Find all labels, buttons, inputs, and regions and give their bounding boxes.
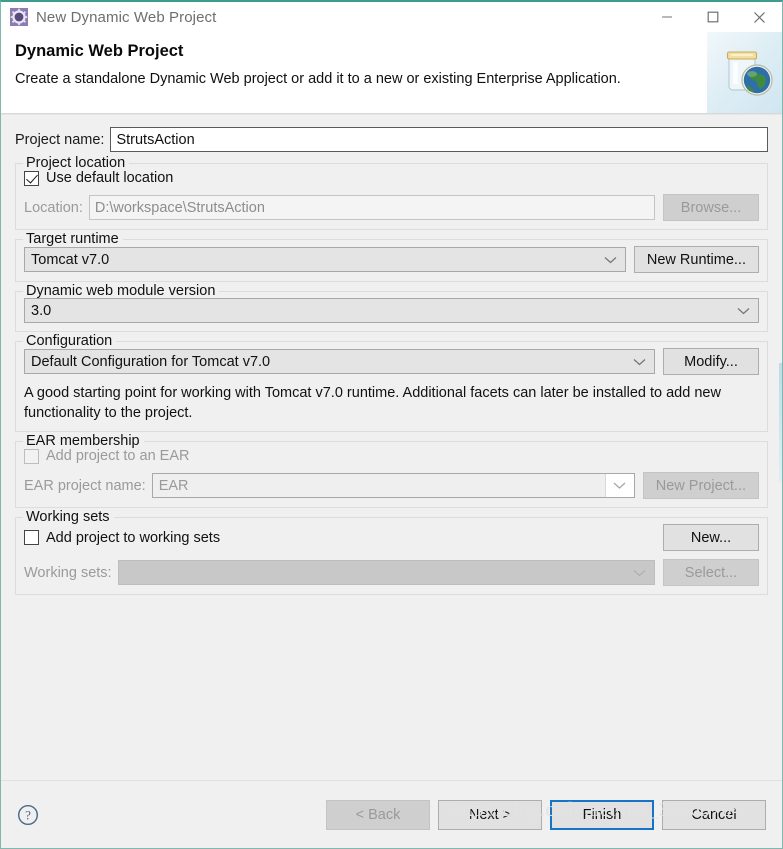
ear-project-name-row: EAR project name: EAR New Project... [24, 472, 759, 500]
module-version-value: 3.0 [31, 302, 52, 319]
help-question-icon[interactable]: ? [17, 804, 39, 826]
module-version-group: Dynamic web module version 3.0 [15, 283, 768, 332]
configuration-combo[interactable]: Default Configuration for Tomcat v7.0 [24, 349, 655, 374]
window-title: New Dynamic Web Project [36, 8, 217, 26]
project-name-input[interactable] [110, 127, 768, 152]
module-version-combo[interactable]: 3.0 [24, 298, 759, 323]
module-version-row: 3.0 [24, 298, 759, 323]
project-location-group: Project location Use default location Lo… [15, 155, 768, 230]
add-to-ear-row: Add project to an EAR [24, 448, 759, 464]
chevron-down-icon [604, 474, 634, 498]
new-runtime-button[interactable]: New Runtime... [633, 246, 759, 273]
ear-project-name-combo: EAR [151, 473, 635, 499]
new-dynamic-web-project-dialog: New Dynamic Web Project Dynamic Web Proj… [0, 0, 783, 849]
page-description: Create a standalone Dynamic Web project … [15, 71, 621, 87]
target-runtime-legend: Target runtime [23, 231, 123, 247]
configuration-group: Configuration Default Configuration for … [15, 333, 768, 433]
select-working-set-button: Select... [663, 559, 759, 587]
wizard-header: Dynamic Web Project Create a standalone … [1, 32, 782, 114]
working-sets-group: Working sets Add project to working sets… [15, 509, 768, 596]
chevron-down-icon [604, 255, 617, 264]
project-name-row: Project name: [15, 127, 768, 152]
target-runtime-row: Tomcat v7.0 New Runtime... [24, 246, 759, 273]
working-sets-legend: Working sets [23, 509, 114, 526]
configuration-description: A good starting point for working with T… [24, 385, 721, 421]
project-name-label: Project name: [15, 131, 105, 148]
wizard-body: Project name: Project location Use defau… [1, 114, 782, 780]
eclipse-gear-icon [10, 8, 28, 26]
add-project-to-ear-checkbox [24, 448, 39, 464]
page-title: Dynamic Web Project [15, 42, 184, 60]
browse-button: Browse... [663, 194, 759, 221]
location-label: Location: [24, 199, 83, 216]
target-runtime-combo[interactable]: Tomcat v7.0 [24, 247, 626, 272]
ear-project-name-label: EAR project name: [24, 477, 146, 494]
use-default-location-row[interactable]: Use default location [24, 170, 759, 186]
maximize-button[interactable] [690, 2, 736, 32]
next-button[interactable]: Next > [438, 799, 542, 830]
configuration-legend: Configuration [23, 333, 117, 349]
chevron-down-icon [633, 357, 646, 366]
working-sets-label: Working sets: [24, 564, 112, 581]
scroll-edge-artifact [779, 363, 782, 483]
target-runtime-value: Tomcat v7.0 [31, 251, 110, 268]
ear-project-name-value: EAR [158, 477, 189, 494]
ear-membership-group: EAR membership Add project to an EAR EAR… [15, 433, 768, 509]
svg-text:?: ? [25, 807, 31, 822]
add-project-to-ear-label: Add project to an EAR [46, 448, 190, 465]
chevron-down-icon [633, 568, 646, 577]
new-ear-project-button: New Project... [642, 472, 759, 500]
minimize-button[interactable] [644, 2, 690, 32]
modify-button[interactable]: Modify... [663, 348, 759, 375]
configuration-row: Default Configuration for Tomcat v7.0 Mo… [24, 348, 759, 375]
back-button: < Back [326, 799, 430, 830]
project-location-legend: Project location [23, 155, 130, 171]
add-project-to-working-sets-label: Add project to working sets [46, 529, 221, 546]
window-controls [644, 2, 782, 32]
target-runtime-group: Target runtime Tomcat v7.0 New Runtime..… [15, 231, 768, 282]
use-default-location-label: Use default location [46, 170, 174, 186]
dialog-footer: ? http://blog.csdn.net/m0_37769704 < Bac… [1, 780, 782, 848]
location-row: Location: Browse... [24, 194, 759, 221]
web-project-jar-globe-icon [707, 32, 782, 113]
working-sets-row: Working sets: Select... [24, 559, 759, 587]
add-project-to-working-sets-checkbox[interactable] [24, 530, 39, 546]
close-button[interactable] [736, 2, 782, 32]
use-default-location-checkbox[interactable] [24, 170, 39, 186]
ear-membership-legend: EAR membership [23, 433, 144, 450]
chevron-down-icon [737, 306, 750, 315]
working-sets-combo [117, 560, 655, 586]
finish-button[interactable]: Finish [550, 799, 654, 830]
cancel-button[interactable]: Cancel [662, 799, 766, 830]
footer-buttons: < Back Next > Finish Cancel [326, 799, 766, 830]
configuration-value: Default Configuration for Tomcat v7.0 [31, 353, 271, 370]
module-version-legend: Dynamic web module version [23, 283, 220, 299]
add-to-working-sets-row[interactable]: Add project to working sets New... [24, 524, 759, 552]
location-input [88, 195, 655, 220]
title-bar: New Dynamic Web Project [1, 2, 782, 32]
new-working-set-button[interactable]: New... [663, 524, 759, 552]
